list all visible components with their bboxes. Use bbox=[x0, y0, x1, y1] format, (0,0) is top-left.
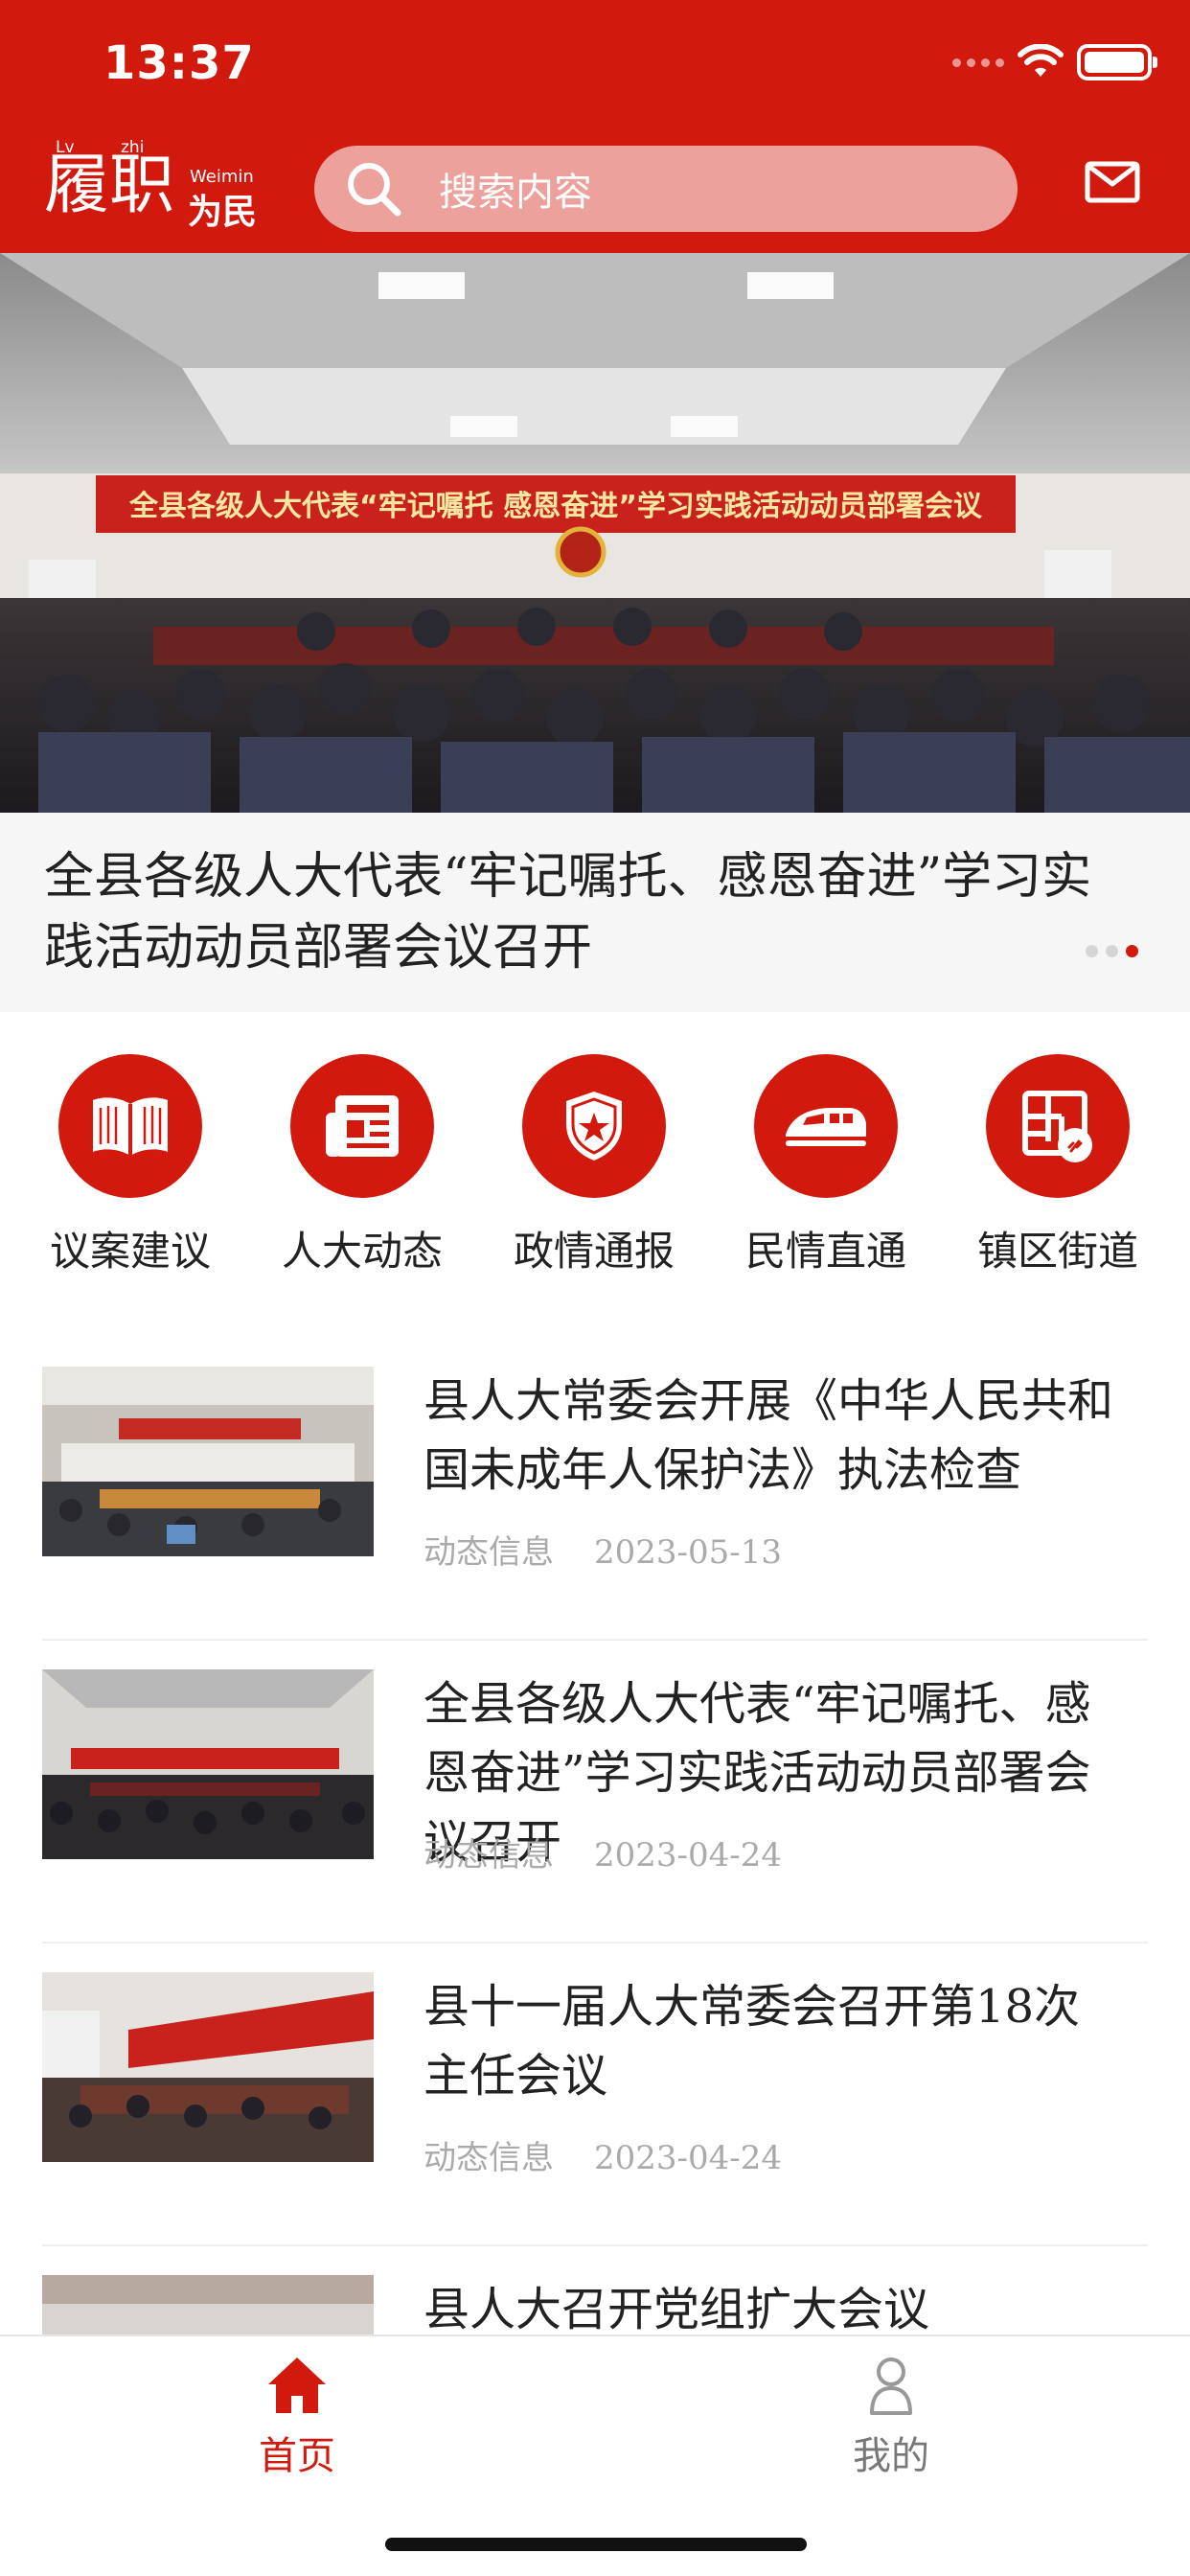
carousel-dot bbox=[1086, 945, 1098, 957]
news-thumbnail[interactable] bbox=[42, 1669, 374, 1859]
news-item[interactable]: 全县各级人大代表“牢记嘱托、感恩奋进”学习实践活动动员部署会议召开 动态信息 20… bbox=[0, 1641, 1190, 1944]
signal-icon bbox=[952, 58, 1004, 67]
banner-photo[interactable]: 全县各级人大代表“牢记嘱托 感恩奋进”学习实践活动动员部署会议 bbox=[0, 253, 1190, 813]
news-thumbnail[interactable] bbox=[42, 1367, 374, 1556]
logo-sub-text: 为民 bbox=[188, 193, 258, 232]
category-label: 政情通报 bbox=[513, 1228, 675, 1275]
category-public-voice[interactable]: 民情直通 bbox=[730, 1054, 922, 1277]
battery-icon bbox=[1077, 44, 1157, 80]
search-bar[interactable]: 搜索内容 bbox=[314, 146, 1018, 232]
news-item[interactable]: 县十一届人大常委会召开第18次主任会议 动态信息 2023-04-24 bbox=[0, 1944, 1190, 2246]
news-thumbnail[interactable] bbox=[42, 1972, 374, 2162]
tab-mine[interactable]: 我的 bbox=[795, 2356, 987, 2480]
logo-main-text: 履职 bbox=[44, 148, 175, 223]
tab-home[interactable]: 首页 bbox=[201, 2356, 393, 2480]
carousel-dot-active bbox=[1126, 945, 1138, 957]
news-date: 2023-05-13 bbox=[594, 1533, 783, 1572]
category-label: 议案建议 bbox=[49, 1228, 211, 1275]
news-title[interactable]: 县人大常委会开展《中华人民共和国未成年人保护法》执法检查 bbox=[423, 1367, 1123, 1505]
news-date: 2023-04-24 bbox=[594, 2139, 783, 2177]
header: 13:37 Lv zhi 履职 Weimin 为民 搜索内容 bbox=[0, 0, 1190, 253]
category-label: 镇区街道 bbox=[976, 1228, 1138, 1275]
banner-carousel[interactable]: 全县各级人大代表“牢记嘱托 感恩奋进”学习实践活动动员部署会议 全县各级人大代表… bbox=[0, 253, 1190, 1012]
search-icon bbox=[348, 163, 401, 217]
category-towns-streets[interactable]: 镇区街道 bbox=[962, 1054, 1154, 1277]
news-title[interactable]: 县十一届人大常委会召开第18次主任会议 bbox=[423, 1972, 1123, 2110]
category-label: 人大动态 bbox=[281, 1228, 443, 1275]
train-icon bbox=[786, 1108, 866, 1146]
tab-label-mine: 我的 bbox=[853, 2434, 929, 2478]
app-screen: 13:37 Lv zhi 履职 Weimin 为民 搜索内容 全县各级人大代表“… bbox=[0, 0, 1190, 2576]
category-grid: 议案建议 人大动态 政情通报 民情直通 镇区街道 bbox=[0, 1054, 1190, 1284]
mail-icon[interactable] bbox=[1085, 161, 1140, 203]
wifi-icon bbox=[1018, 44, 1064, 77]
news-category: 动态信息 bbox=[423, 1836, 554, 1874]
banner-photo-text: 全县各级人大代表“牢记嘱托 感恩奋进”学习实践活动动员部署会议 bbox=[128, 490, 983, 523]
tab-label-home: 首页 bbox=[259, 2434, 335, 2478]
news-date: 2023-04-24 bbox=[594, 1836, 783, 1874]
book-icon bbox=[93, 1097, 168, 1156]
carousel-dot bbox=[1106, 945, 1118, 957]
banner-caption[interactable]: 全县各级人大代表“牢记嘱托、感恩奋进”学习实践活动动员部署会议召开 bbox=[44, 841, 1136, 983]
map-icon bbox=[1022, 1091, 1092, 1162]
news-item[interactable]: 县人大常委会开展《中华人民共和国未成年人保护法》执法检查 动态信息 2023-05… bbox=[0, 1338, 1190, 1641]
news-meta: 动态信息 2023-05-13 bbox=[423, 1526, 782, 1573]
home-indicator[interactable] bbox=[385, 2538, 807, 2551]
status-time: 13:37 bbox=[103, 36, 255, 90]
app-logo: Lv zhi 履职 Weimin 为民 bbox=[44, 138, 264, 232]
home-icon bbox=[268, 2358, 326, 2413]
news-meta: 动态信息 2023-04-24 bbox=[423, 1828, 782, 1875]
news-meta: 动态信息 2023-04-24 bbox=[423, 2131, 782, 2178]
category-label: 民情直通 bbox=[744, 1228, 906, 1275]
category-gov-report[interactable]: 政情通报 bbox=[498, 1054, 690, 1277]
category-npc-news[interactable]: 人大动态 bbox=[266, 1054, 458, 1277]
carousel-indicator bbox=[1086, 945, 1138, 957]
newspaper-icon bbox=[326, 1095, 399, 1157]
search-placeholder: 搜索内容 bbox=[439, 171, 592, 215]
status-indicators bbox=[952, 40, 1157, 84]
police-badge-icon bbox=[566, 1092, 622, 1161]
person-icon bbox=[870, 2358, 912, 2415]
news-category: 动态信息 bbox=[423, 2139, 554, 2177]
category-proposals[interactable]: 议案建议 bbox=[34, 1054, 226, 1277]
news-category: 动态信息 bbox=[423, 1533, 554, 1572]
